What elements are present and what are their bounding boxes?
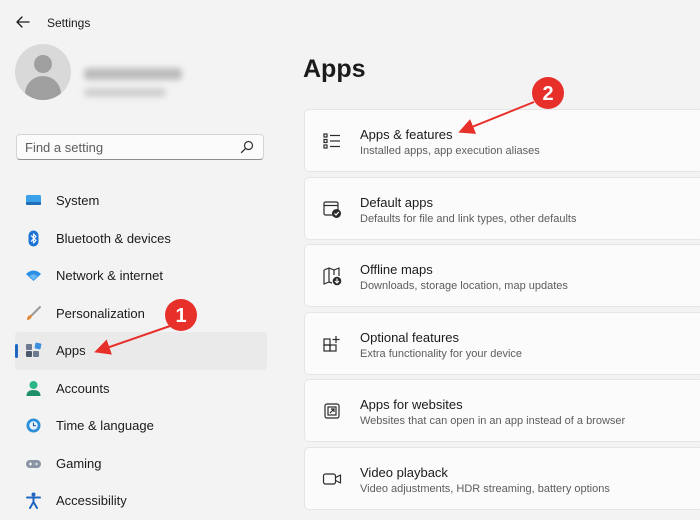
open-external-icon (324, 403, 340, 419)
sidebar-item-accounts[interactable]: Accounts (15, 370, 267, 408)
card-title: Apps & features (360, 127, 453, 142)
grid-plus-icon (323, 335, 340, 352)
card-description: Downloads, storage location, map updates (360, 280, 568, 293)
sidebar-item-gaming[interactable]: Gaming (15, 445, 267, 483)
sidebar-item-label: System (56, 193, 100, 208)
card-title: Offline maps (360, 262, 433, 278)
card-optional-features[interactable]: Optional features Extra functionality fo… (304, 311, 700, 375)
card-default-apps[interactable]: Default apps Defaults for file and link … (304, 176, 700, 240)
sidebar-item-label: Personalization (56, 305, 145, 321)
sidebar-item-label: Network & internet (56, 268, 163, 283)
sidebar-item-label: Time & language (56, 418, 154, 433)
card-offline-maps[interactable]: Offline maps Downloads, storage location… (304, 244, 700, 308)
card-description: Defaults for file and link types, other … (360, 212, 577, 225)
sidebar-item-label: Gaming (56, 455, 102, 471)
sidebar-item-label: Accessibility (56, 493, 127, 508)
page-title: Apps (303, 55, 366, 83)
card-apps-for-websites[interactable]: Apps for websites Websites that can open… (304, 379, 700, 443)
card-description: Installed apps, app execution aliases (360, 145, 540, 157)
card-apps-features[interactable]: Apps & features Installed apps, app exec… (304, 109, 700, 172)
window-title: Settings (47, 16, 91, 30)
sidebar-item-time-language[interactable]: Time & language (15, 407, 267, 445)
sidebar-item-label: Accounts (56, 380, 110, 396)
bluetooth-icon (28, 230, 39, 246)
settings-cards: Apps & features Installed apps, app exec… (304, 109, 700, 515)
back-button[interactable] (14, 13, 32, 31)
sidebar-item-network[interactable]: Network & internet (15, 257, 267, 295)
brush-icon (27, 305, 41, 320)
card-description: Websites that can open in an app instead… (360, 415, 626, 428)
blurred-account-name (84, 68, 182, 80)
search-icon[interactable] (240, 140, 254, 154)
monitor-icon (26, 195, 41, 205)
card-title: Optional features (360, 329, 460, 345)
sidebar-item-accessibility[interactable]: Accessibility (15, 482, 267, 520)
card-title: Video playback (360, 464, 448, 480)
sidebar-item-system[interactable]: System (15, 182, 267, 220)
selection-indicator (15, 344, 18, 358)
sidebar-item-bluetooth[interactable]: Bluetooth & devices (15, 220, 267, 258)
sidebar-item-personalization[interactable]: Personalization (15, 295, 267, 333)
search-box[interactable] (16, 134, 264, 160)
callout-2-number: 2 (542, 83, 553, 105)
callout-2-badge (532, 77, 564, 109)
card-description: Extra functionality for your device (360, 347, 523, 360)
default-apps-icon (323, 200, 341, 218)
blurred-account-email (84, 88, 166, 97)
sidebar-item-apps[interactable]: Apps (15, 332, 267, 370)
card-description: Video adjustments, HDR streaming, batter… (360, 482, 610, 495)
card-title: Default apps (360, 194, 433, 210)
gamepad-icon (26, 459, 41, 468)
list-icon (323, 133, 340, 149)
video-camera-icon (322, 473, 342, 485)
sidebar-nav: System Bluetooth & devices Network & int… (15, 182, 267, 520)
map-download-icon (323, 267, 342, 286)
search-input[interactable] (25, 139, 235, 155)
avatar[interactable] (15, 44, 71, 100)
avatar-body (25, 76, 61, 100)
clock-globe-icon (26, 418, 41, 433)
avatar-head (34, 55, 52, 73)
title-bar: Settings (0, 0, 700, 46)
sidebar-item-label: Apps (56, 343, 86, 358)
sidebar-item-label: Bluetooth & devices (56, 230, 171, 246)
apps-icon (26, 342, 42, 357)
accessibility-icon (26, 492, 41, 509)
card-title: Apps for websites (360, 397, 463, 413)
person-icon (26, 380, 41, 396)
card-video-playback[interactable]: Video playback Video adjustments, HDR st… (304, 446, 700, 510)
wifi-icon (26, 270, 41, 281)
back-arrow-icon (16, 16, 30, 28)
